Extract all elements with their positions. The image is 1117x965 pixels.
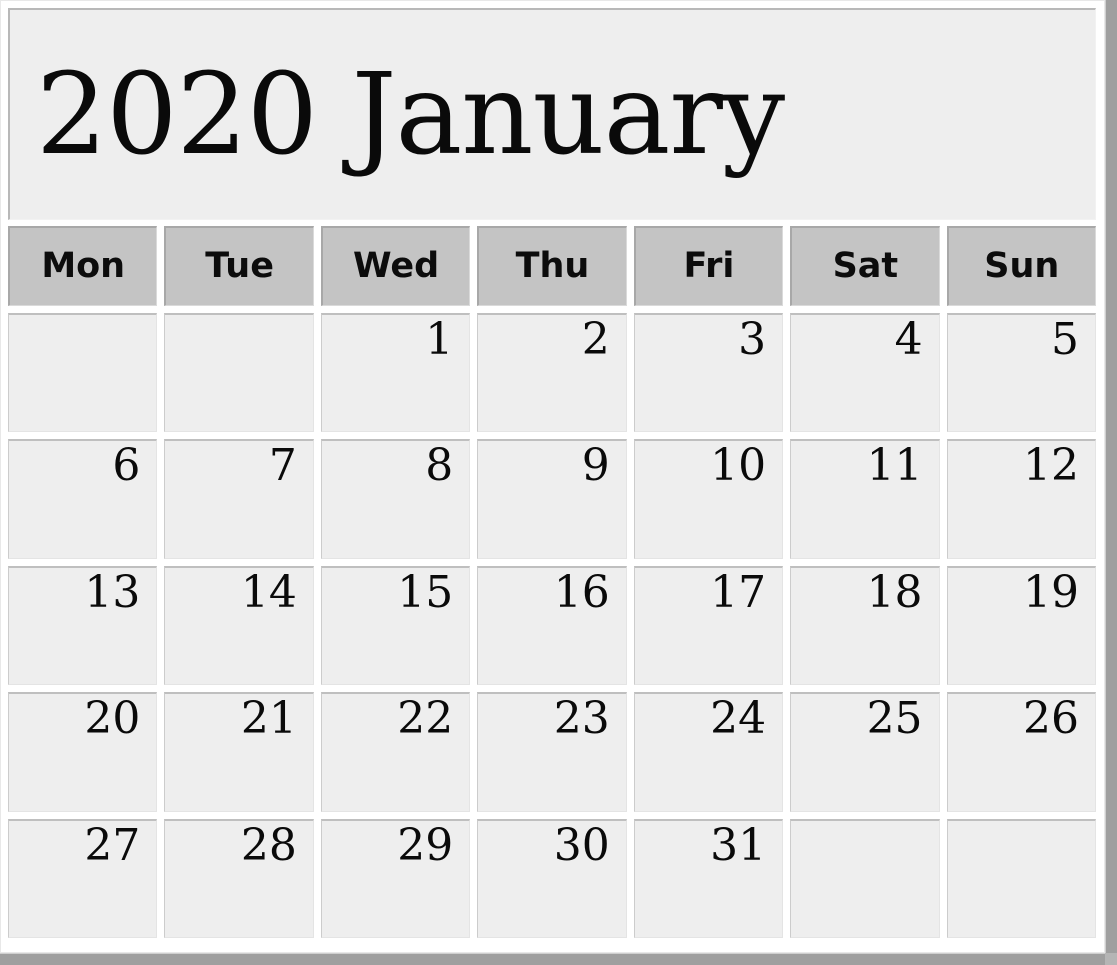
- scrollbar-corner: [1105, 953, 1117, 965]
- day-cell[interactable]: [8, 313, 158, 433]
- calendar-page: 2020 January Mon Tue Wed Thu Fri Sat Sun…: [0, 0, 1117, 965]
- day-number: 16: [553, 566, 610, 618]
- weekday-label: Fri: [683, 246, 735, 286]
- day-cell[interactable]: 18: [790, 565, 940, 686]
- day-cell[interactable]: 26: [946, 692, 1096, 812]
- weekday-label: Sat: [832, 246, 899, 286]
- day-cell[interactable]: [164, 313, 314, 433]
- day-cell[interactable]: 3: [633, 313, 784, 433]
- day-number: 8: [425, 440, 454, 492]
- day-number: 19: [1023, 566, 1079, 618]
- day-number: 24: [710, 693, 767, 745]
- weekday-header-wed: Wed: [320, 226, 471, 306]
- day-number: 1: [425, 314, 454, 365]
- day-cell[interactable]: 25: [790, 692, 940, 812]
- weekday-label: Mon: [41, 246, 126, 286]
- day-number: 7: [268, 440, 297, 492]
- weekday-header-thu: Thu: [477, 226, 627, 306]
- day-cell[interactable]: 20: [8, 692, 158, 812]
- day-number: 26: [1023, 693, 1079, 745]
- day-number: 22: [397, 693, 454, 745]
- horizontal-scrollbar[interactable]: [0, 953, 1117, 965]
- day-number: 29: [397, 819, 454, 871]
- day-number: 20: [84, 693, 141, 745]
- day-cell[interactable]: 8: [320, 439, 471, 559]
- day-number: 11: [866, 440, 923, 492]
- day-number: 27: [84, 819, 141, 871]
- day-cell[interactable]: 24: [633, 692, 784, 812]
- day-number: 2: [581, 314, 610, 365]
- day-number: 15: [397, 566, 454, 618]
- weekday-header-mon: Mon: [8, 226, 158, 306]
- day-number: 4: [894, 314, 923, 365]
- weekday-label: Tue: [205, 246, 274, 286]
- day-number: 21: [240, 693, 297, 745]
- day-number: 13: [84, 566, 141, 618]
- day-number: 31: [710, 819, 767, 871]
- calendar-week-row: 1 2 3 4 5: [8, 313, 1096, 433]
- day-number: 25: [866, 693, 923, 745]
- day-cell[interactable]: 11: [790, 439, 940, 559]
- day-number: 9: [581, 440, 610, 492]
- calendar-week-row: 13 14 15 16 17 18 19: [8, 565, 1096, 686]
- day-number: 18: [866, 566, 923, 618]
- page-title: 2020 January: [36, 49, 785, 180]
- day-cell[interactable]: 7: [164, 439, 314, 559]
- day-number: 23: [553, 693, 610, 745]
- day-cell[interactable]: 10: [633, 439, 784, 559]
- day-cell[interactable]: 31: [633, 818, 784, 939]
- calendar-week-row: 20 21 22 23 24 25 26: [8, 692, 1096, 812]
- calendar-table: 2020 January Mon Tue Wed Thu Fri Sat Sun…: [8, 8, 1096, 939]
- calendar-week-row: 27 28 29 30 31: [8, 818, 1096, 939]
- day-cell[interactable]: 4: [790, 313, 940, 433]
- day-number: 30: [553, 819, 610, 871]
- vertical-scrollbar[interactable]: [1105, 0, 1117, 953]
- weekday-label: Sun: [984, 246, 1060, 286]
- day-cell[interactable]: 6: [8, 439, 158, 559]
- day-cell[interactable]: 12: [946, 439, 1096, 559]
- day-cell[interactable]: 2: [477, 313, 627, 433]
- weekday-header-row: Mon Tue Wed Thu Fri Sat Sun: [8, 226, 1096, 306]
- day-number: 17: [710, 566, 767, 618]
- day-cell[interactable]: 16: [477, 565, 627, 686]
- day-number: 14: [240, 566, 297, 618]
- day-cell[interactable]: [946, 818, 1096, 939]
- weekday-header-sat: Sat: [790, 226, 940, 306]
- day-cell[interactable]: 23: [477, 692, 627, 812]
- day-number: 10: [710, 440, 767, 492]
- day-cell[interactable]: 5: [946, 313, 1096, 433]
- day-cell[interactable]: 19: [946, 565, 1096, 686]
- day-number: 28: [240, 819, 297, 871]
- weekday-label: Wed: [352, 246, 440, 286]
- calendar-week-row: 6 7 8 9 10 11 12: [8, 439, 1096, 559]
- day-cell[interactable]: [790, 818, 940, 939]
- day-number: 6: [112, 440, 141, 492]
- day-cell[interactable]: 13: [8, 565, 158, 686]
- day-number: 3: [738, 314, 767, 365]
- day-cell[interactable]: 17: [633, 565, 784, 686]
- day-cell[interactable]: 22: [320, 692, 471, 812]
- weekday-header-fri: Fri: [633, 226, 784, 306]
- day-cell[interactable]: 1: [320, 313, 471, 433]
- day-cell[interactable]: 27: [8, 818, 158, 939]
- day-cell[interactable]: 14: [164, 565, 314, 686]
- day-cell[interactable]: 29: [320, 818, 471, 939]
- day-cell[interactable]: 21: [164, 692, 314, 812]
- day-cell[interactable]: 15: [320, 565, 471, 686]
- day-cell[interactable]: 9: [477, 439, 627, 559]
- calendar-weeks: 1 2 3 4 5 6 7 8 9 10 11 12 13 14 15 16 1…: [8, 313, 1096, 939]
- calendar-title-cell: 2020 January: [8, 8, 1096, 220]
- day-number: 5: [1051, 314, 1079, 365]
- day-cell[interactable]: 30: [477, 818, 627, 939]
- weekday-header-sun: Sun: [946, 226, 1096, 306]
- day-number: 12: [1023, 440, 1079, 492]
- weekday-label: Thu: [515, 246, 590, 286]
- weekday-header-tue: Tue: [164, 226, 314, 306]
- day-cell[interactable]: 28: [164, 818, 314, 939]
